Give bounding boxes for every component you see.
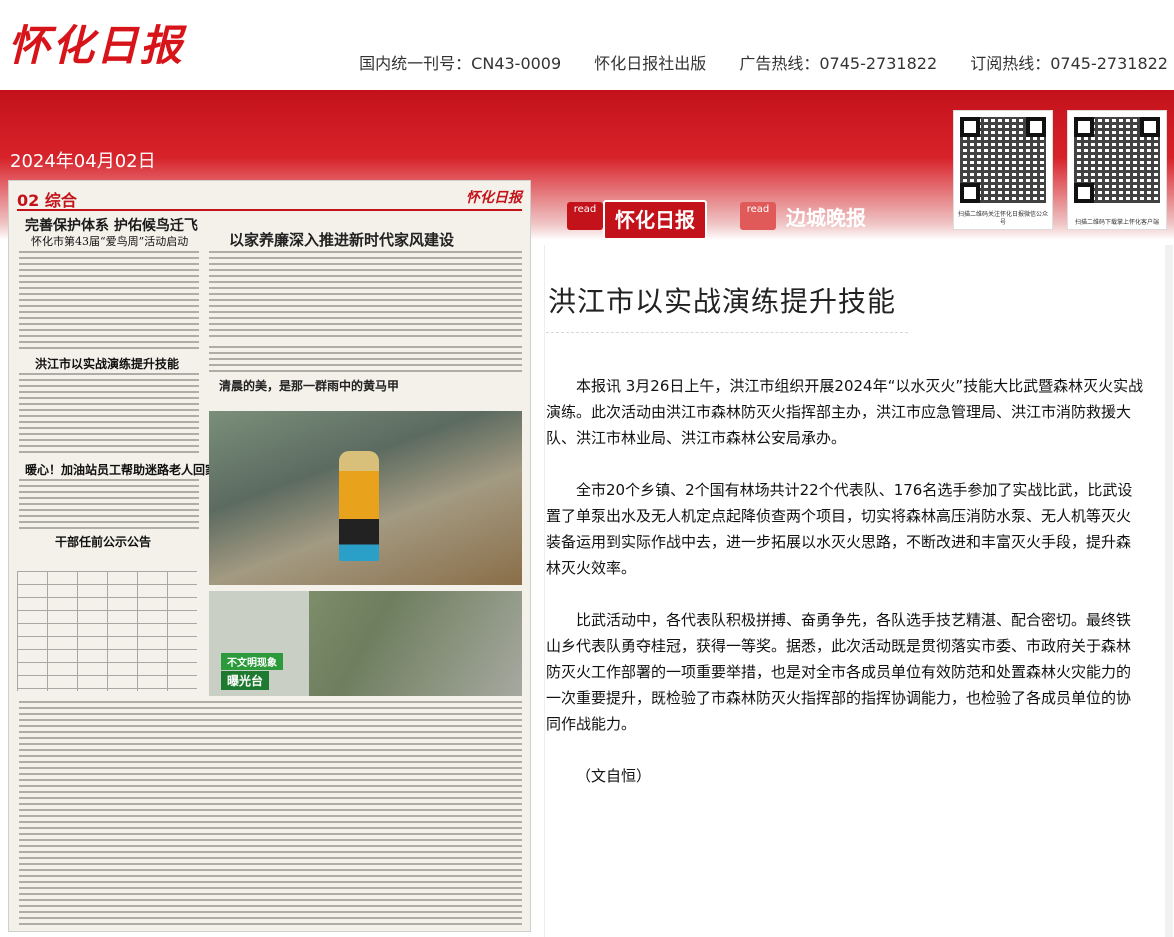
page-logo: 怀化日报 bbox=[466, 190, 522, 206]
read-icon: read bbox=[740, 202, 776, 230]
publisher-text: 怀化日报社出版 bbox=[594, 54, 707, 73]
divider bbox=[544, 245, 545, 937]
tab-label: 边城晚报 bbox=[786, 206, 866, 230]
photo-tag-2: 曝光台 bbox=[221, 671, 270, 690]
read-icon: read bbox=[567, 202, 603, 230]
article-hotspot-hongjiang[interactable]: 洪江市以实战演练提升技能 bbox=[35, 355, 179, 372]
site-header: 怀化日报 国内统一刊号：CN43-0009 怀化日报社出版 广告热线：0745-… bbox=[0, 0, 1174, 90]
newspaper-page[interactable]: 02 综合 怀化日报 完善保护体系 护佑候鸟迁飞 怀化市第43届“爱鸟周”活动启… bbox=[8, 180, 531, 932]
ad-hotline: 广告热线：0745-2731822 bbox=[739, 54, 938, 73]
publication-date: 2024年04月02日 bbox=[10, 151, 156, 172]
issn-text: 国内统一刊号：CN43-0009 bbox=[359, 54, 562, 73]
article-panel: 洪江市以实战演练提升技能 本报讯 3月26日上午，洪江市组织开展2024年“以水… bbox=[546, 262, 1144, 815]
qr-caption: 扫描二维码下载掌上怀化客户端 bbox=[1074, 219, 1159, 226]
article-subtitle: 怀化市第43届“爱鸟周”活动启动 bbox=[31, 235, 189, 248]
article-title: 洪江市以实战演练提升技能 bbox=[546, 262, 908, 333]
article-hotspot-gas-station[interactable]: 暖心！加油站员工帮助迷路老人回家 bbox=[25, 461, 217, 478]
page-section: 02 综合 bbox=[17, 191, 77, 210]
photo-tag: 不文明现象 bbox=[221, 653, 283, 670]
article-paragraph: 比武活动中，各代表队积极拼搏、奋勇争先，各队选手技艺精湛、配合密切。最终铁山乡代… bbox=[546, 611, 1132, 733]
header-info: 国内统一刊号：CN43-0009 怀化日报社出版 广告热线：0745-27318… bbox=[331, 50, 1168, 74]
tab-biancheng-evening[interactable]: read 边城晚报 bbox=[740, 200, 880, 240]
wechat-qr-code: 扫描二维码关注怀化日报微信公众号 bbox=[953, 110, 1053, 230]
article-hotspot-family[interactable]: 以家养廉深入推进新时代家风建设 bbox=[229, 229, 454, 250]
article-paragraph: 全市20个乡镇、2个国有林场共计22个代表队、176名选手参加了实战比武，比武设… bbox=[546, 481, 1133, 577]
qr-caption: 扫描二维码关注怀化日报微信公众号 bbox=[957, 211, 1048, 226]
article-body: 本报讯 3月26日上午，洪江市组织开展2024年“以水灭火”技能大比武暨森林灭火… bbox=[546, 373, 1144, 789]
app-qr-code: 扫描二维码下载掌上怀化客户端 bbox=[1067, 110, 1167, 230]
notice-table bbox=[17, 571, 197, 691]
subscribe-hotline: 订阅热线：0745-2731822 bbox=[970, 54, 1168, 73]
news-photo-sweeper bbox=[209, 411, 522, 585]
tab-huaihua-daily[interactable]: read 怀化日报 bbox=[567, 200, 717, 240]
photo-tag-box: 不文明现象 曝光台 bbox=[209, 591, 309, 696]
article-hotspot-notice[interactable]: 干部任前公示公告 bbox=[55, 533, 151, 550]
article-paragraph: 本报讯 3月26日上午，洪江市组织开展2024年“以水灭火”技能大比武暨森林灭火… bbox=[546, 377, 1144, 447]
article-hotspot-birds[interactable]: 完善保护体系 护佑候鸟迁飞 bbox=[25, 215, 198, 235]
page-header: 02 综合 怀化日报 bbox=[17, 187, 522, 211]
article-author: （文自恒） bbox=[576, 767, 652, 785]
tab-label: 怀化日报 bbox=[603, 200, 707, 240]
site-logo[interactable]: 怀化日报 bbox=[8, 12, 184, 73]
scrollbar[interactable] bbox=[1165, 245, 1173, 937]
article-hotspot-photo[interactable]: 清晨的美，是那一群雨中的黄马甲 bbox=[219, 377, 399, 394]
